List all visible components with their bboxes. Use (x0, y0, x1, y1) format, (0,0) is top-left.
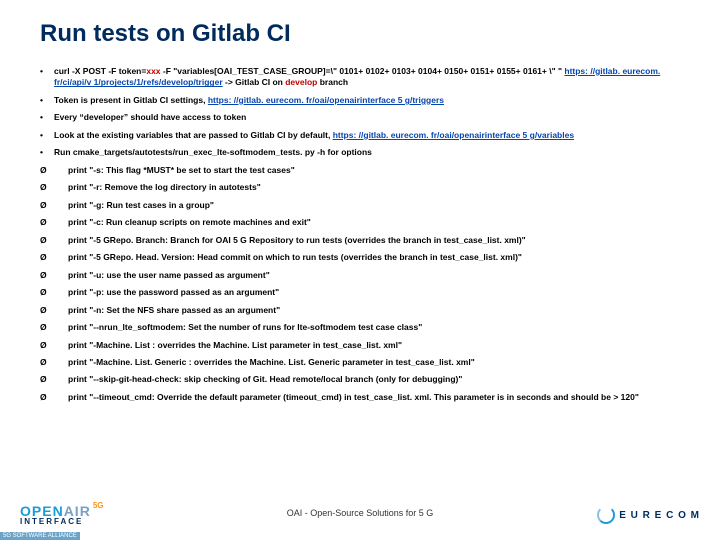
footer: OPENAIR5G INTERFACE OAI - Open-Source So… (0, 490, 720, 540)
arrow-item: print "--nrun_lte_softmodem: Set the num… (40, 322, 690, 333)
bullet-item: Look at the existing variables that are … (40, 130, 690, 141)
bullet-item: curl -X POST -F token=xxx -F "variables[… (40, 66, 690, 89)
arrow-item: print "-n: Set the NFS share passed as a… (40, 305, 690, 316)
alliance-tag: 5G SOFTWARE ALLIANCE (0, 532, 80, 540)
arrow-item: print "-5 GRepo. Head. Version: Head com… (40, 252, 690, 263)
footer-text: OAI - Open-Source Solutions for 5 G (0, 508, 720, 518)
bullet-item: Token is present in Gitlab CI settings, … (40, 95, 690, 106)
arrow-item: print "-Machine. List. Generic : overrid… (40, 357, 690, 368)
slide-content: curl -X POST -F token=xxx -F "variables[… (40, 66, 690, 403)
arrow-item: print "-Machine. List : overrides the Ma… (40, 340, 690, 351)
arrow-item: print "--timeout_cmd: Override the defau… (40, 392, 690, 403)
arrow-item: print "-s: This flag *MUST* be set to st… (40, 165, 690, 176)
bullet-item: Every “developer” should have access to … (40, 112, 690, 123)
arrow-item: print "--skip-git-head-check: skip check… (40, 374, 690, 385)
arrow-item: print "-g: Run test cases in a group" (40, 200, 690, 211)
bullet-item: Run cmake_targets/autotests/run_exec_lte… (40, 147, 690, 158)
arrow-item: print "-r: Remove the log directory in a… (40, 182, 690, 193)
arrow-item: print "-5 GRepo. Branch: Branch for OAI … (40, 235, 690, 246)
arrow-item: print "-u: use the user name passed as a… (40, 270, 690, 281)
arrow-item: print "-p: use the password passed as an… (40, 287, 690, 298)
slide-title: Run tests on Gitlab CI (40, 20, 690, 48)
arrow-item: print "-c: Run cleanup scripts on remote… (40, 217, 690, 228)
